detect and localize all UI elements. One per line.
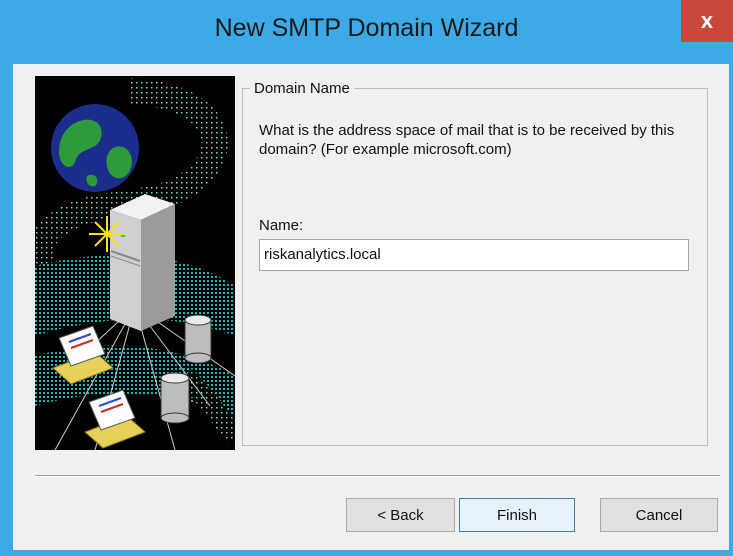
name-label: Name: bbox=[259, 217, 304, 234]
server-icon bbox=[110, 194, 175, 331]
finish-button[interactable]: Finish bbox=[459, 498, 575, 532]
close-button[interactable]: x bbox=[681, 0, 733, 42]
globe-icon bbox=[51, 104, 139, 192]
cancel-button[interactable]: Cancel bbox=[600, 498, 718, 532]
dialog-body: Domain Name What is the address space of… bbox=[13, 64, 729, 550]
name-input[interactable]: riskanalytics.local bbox=[259, 239, 689, 271]
group-legend: Domain Name bbox=[250, 80, 354, 97]
wizard-illustration bbox=[35, 76, 235, 450]
back-button[interactable]: < Back bbox=[346, 498, 455, 532]
wizard-window: New SMTP Domain Wizard x Domain Name Wha… bbox=[0, 0, 733, 556]
title-bar: New SMTP Domain Wizard x bbox=[0, 0, 733, 64]
description-text: What is the address space of mail that i… bbox=[259, 122, 675, 158]
window-title: New SMTP Domain Wizard bbox=[214, 14, 519, 42]
cylinder-icon bbox=[160, 372, 190, 424]
divider bbox=[35, 475, 720, 477]
cylinder-icon bbox=[184, 314, 212, 364]
domain-name-group: Domain Name What is the address space of… bbox=[242, 80, 708, 446]
mail-tray-icon bbox=[84, 389, 146, 449]
